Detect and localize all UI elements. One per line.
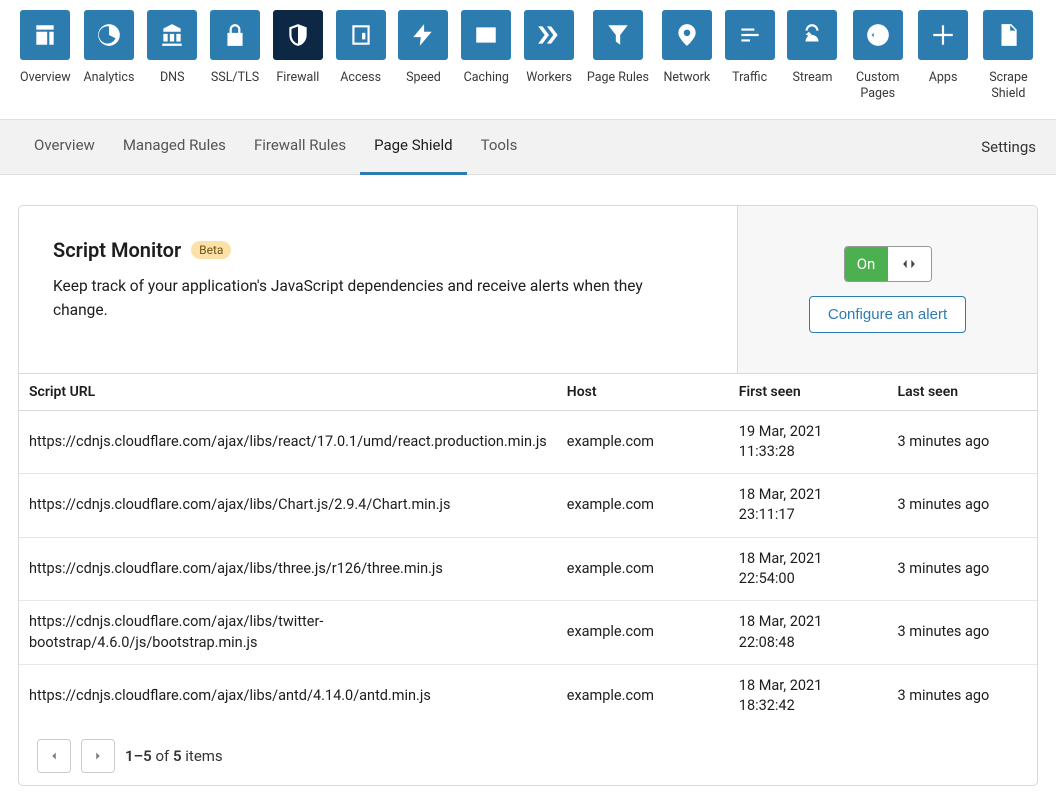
nav-label: SSL/TLS <box>211 70 259 86</box>
cell-host: example.com <box>557 474 729 538</box>
tab-pageshield[interactable]: Page Shield <box>360 119 467 175</box>
nav-label: Custom Pages <box>850 70 905 103</box>
custompages-icon <box>853 10 903 60</box>
nav-item-firewall[interactable]: Firewall <box>273 10 323 103</box>
th-script-url: Script URL <box>19 373 557 410</box>
access-icon <box>336 10 386 60</box>
card-description: Keep track of your application's JavaScr… <box>53 274 673 322</box>
nav-label: Page Rules <box>587 70 649 86</box>
nav-label: Traffic <box>732 70 767 86</box>
tab-managed[interactable]: Managed Rules <box>109 119 240 175</box>
cell-last: 3 minutes ago <box>888 601 1038 665</box>
nav-item-overview[interactable]: Overview <box>20 10 71 103</box>
cell-first: 18 Mar, 2021 22:54:00 <box>729 537 888 601</box>
nav-item-analytics[interactable]: Analytics <box>83 10 134 103</box>
nav-item-workers[interactable]: Workers <box>524 10 574 103</box>
overview-icon <box>20 10 70 60</box>
cell-url: https://cdnjs.cloudflare.com/ajax/libs/C… <box>19 474 557 538</box>
cell-first: 18 Mar, 2021 18:32:42 <box>729 664 888 727</box>
prev-page-button[interactable] <box>37 739 71 773</box>
chevron-right-icon <box>91 749 105 763</box>
cell-host: example.com <box>557 410 729 474</box>
nav-item-access[interactable]: Access <box>336 10 386 103</box>
cell-url: https://cdnjs.cloudflare.com/ajax/libs/t… <box>19 537 557 601</box>
cell-url: https://cdnjs.cloudflare.com/ajax/libs/a… <box>19 664 557 727</box>
nav-label: Workers <box>526 70 572 86</box>
nav-item-scrapeshield[interactable]: Scrape Shield <box>981 10 1036 103</box>
nav-item-ssl[interactable]: SSL/TLS <box>210 10 260 103</box>
nav-label: Network <box>663 70 710 86</box>
nav-label: Access <box>340 70 381 86</box>
cell-first: 19 Mar, 2021 11:33:28 <box>729 410 888 474</box>
nav-item-traffic[interactable]: Traffic <box>725 10 775 103</box>
cell-last: 3 minutes ago <box>888 537 1038 601</box>
cell-first: 18 Mar, 2021 23:11:17 <box>729 474 888 538</box>
cell-last: 3 minutes ago <box>888 410 1038 474</box>
table-row: https://cdnjs.cloudflare.com/ajax/libs/t… <box>19 601 1037 665</box>
nav-label: Apps <box>929 70 958 86</box>
nav-label: Caching <box>464 70 509 86</box>
pagination-info: 1–5 of 5 items <box>125 747 223 765</box>
cell-last: 3 minutes ago <box>888 474 1038 538</box>
nav-label: Firewall <box>276 70 319 86</box>
cell-host: example.com <box>557 664 729 727</box>
speed-icon <box>398 10 448 60</box>
nav-label: Overview <box>20 70 71 86</box>
th-first-seen: First seen <box>729 373 888 410</box>
cell-last: 3 minutes ago <box>888 664 1038 727</box>
nav-item-dns[interactable]: DNS <box>147 10 197 103</box>
table-row: https://cdnjs.cloudflare.com/ajax/libs/C… <box>19 474 1037 538</box>
network-icon <box>662 10 712 60</box>
apps-icon <box>918 10 968 60</box>
tab-overview[interactable]: Overview <box>20 119 109 175</box>
nav-label: Speed <box>406 70 441 86</box>
pagerules-icon <box>593 10 643 60</box>
nav-label: Scrape Shield <box>981 70 1036 103</box>
settings-link[interactable]: Settings <box>981 138 1036 156</box>
toggle-on-label: On <box>845 247 888 281</box>
cell-host: example.com <box>557 537 729 601</box>
cell-first: 18 Mar, 2021 22:08:48 <box>729 601 888 665</box>
nav-item-network[interactable]: Network <box>662 10 712 103</box>
ssl-icon <box>210 10 260 60</box>
firewall-icon <box>273 10 323 60</box>
next-page-button[interactable] <box>81 739 115 773</box>
toggle-switch-icon <box>888 247 931 281</box>
nav-item-caching[interactable]: Caching <box>461 10 511 103</box>
table-row: https://cdnjs.cloudflare.com/ajax/libs/r… <box>19 410 1037 474</box>
script-table: Script URL Host First seen Last seen htt… <box>19 373 1037 728</box>
configure-alert-button[interactable]: Configure an alert <box>809 296 966 333</box>
nav-item-apps[interactable]: Apps <box>918 10 968 103</box>
chevron-left-icon <box>47 749 61 763</box>
stream-icon <box>787 10 837 60</box>
nav-item-stream[interactable]: Stream <box>787 10 837 103</box>
dns-icon <box>147 10 197 60</box>
nav-label: Stream <box>792 70 832 86</box>
nav-item-speed[interactable]: Speed <box>398 10 448 103</box>
scrapeshield-icon <box>983 10 1033 60</box>
traffic-icon <box>725 10 775 60</box>
beta-badge: Beta <box>191 241 231 259</box>
th-last-seen: Last seen <box>888 373 1038 410</box>
nav-label: Analytics <box>83 70 134 86</box>
cell-url: https://cdnjs.cloudflare.com/ajax/libs/r… <box>19 410 557 474</box>
card-title: Script Monitor <box>53 238 181 262</box>
nav-item-custompages[interactable]: Custom Pages <box>850 10 905 103</box>
nav-item-pagerules[interactable]: Page Rules <box>587 10 649 103</box>
tab-firewallrules[interactable]: Firewall Rules <box>240 119 360 175</box>
table-row: https://cdnjs.cloudflare.com/ajax/libs/t… <box>19 537 1037 601</box>
caching-icon <box>461 10 511 60</box>
nav-label: DNS <box>160 70 185 86</box>
cell-host: example.com <box>557 601 729 665</box>
th-host: Host <box>557 373 729 410</box>
script-monitor-toggle[interactable]: On <box>844 246 932 282</box>
analytics-icon <box>84 10 134 60</box>
cell-url: https://cdnjs.cloudflare.com/ajax/libs/t… <box>19 601 557 665</box>
workers-icon <box>524 10 574 60</box>
script-monitor-card: Script Monitor Beta Keep track of your a… <box>18 205 1038 787</box>
tab-tools[interactable]: Tools <box>467 119 532 175</box>
table-row: https://cdnjs.cloudflare.com/ajax/libs/a… <box>19 664 1037 727</box>
